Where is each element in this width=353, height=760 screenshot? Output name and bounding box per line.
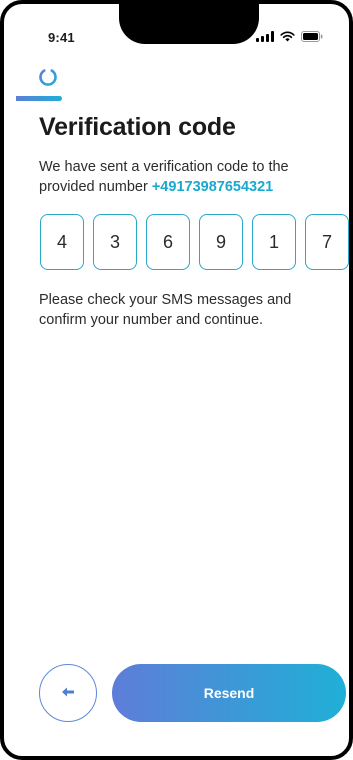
- page-title: Verification code: [39, 113, 236, 141]
- progress-fill: [16, 96, 62, 101]
- code-digit-box[interactable]: 6: [146, 214, 190, 270]
- status-bar: 9:41: [4, 4, 349, 50]
- code-digit-box[interactable]: 7: [305, 214, 349, 270]
- code-digit-box[interactable]: 4: [40, 214, 84, 270]
- code-digit-box[interactable]: 1: [252, 214, 296, 270]
- status-time: 9:41: [48, 30, 75, 45]
- signal-icon: [256, 31, 274, 42]
- progress-bar: [16, 96, 143, 101]
- loading-ring-icon: [37, 66, 59, 88]
- sms-hint: Please check your SMS messages and confi…: [39, 292, 292, 328]
- phone-number: +49173987654321: [151, 179, 274, 195]
- code-input-group[interactable]: 436917: [40, 214, 349, 270]
- device-notch: [119, 4, 259, 44]
- battery-icon: [301, 31, 323, 42]
- arrow-left-icon: [61, 686, 75, 701]
- verification-description: We have sent a verification code to the …: [39, 157, 339, 197]
- resend-button[interactable]: Resend: [112, 664, 346, 722]
- home-indicator: [131, 756, 235, 760]
- code-digit-box[interactable]: 3: [93, 214, 137, 270]
- status-icons: [256, 31, 323, 42]
- code-digit-box[interactable]: 9: [199, 214, 243, 270]
- wifi-icon: [280, 31, 295, 42]
- phone-screen: 9:41 Verification code We have sent a ve…: [0, 0, 353, 760]
- back-button[interactable]: [39, 664, 97, 722]
